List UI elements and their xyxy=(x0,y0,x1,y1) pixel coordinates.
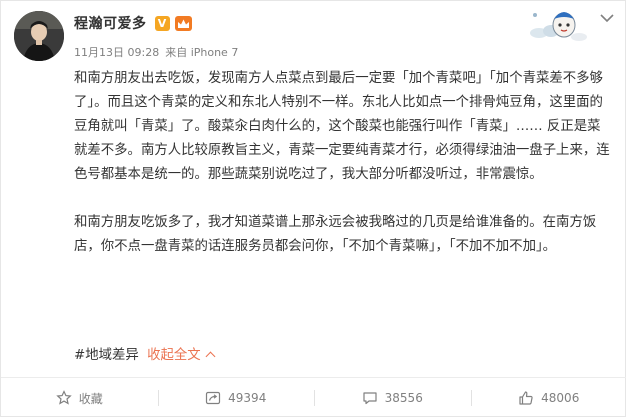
like-button[interactable]: 48006 xyxy=(470,378,626,417)
chevron-down-icon[interactable] xyxy=(600,13,614,23)
action-bar: 收藏 49394 38556 48006 xyxy=(1,378,626,417)
repost-count: 49394 xyxy=(228,391,267,405)
tag-row: #地域差异 收起全文 xyxy=(74,347,216,365)
collapse-label: 收起全文 xyxy=(147,348,201,363)
favorite-button[interactable]: 收藏 xyxy=(1,378,158,417)
post-source: 来自 iPhone 7 xyxy=(165,46,239,59)
author-row: 程瀚可爱多 V xyxy=(74,13,192,33)
star-icon xyxy=(56,390,72,405)
favorite-label: 收藏 xyxy=(78,391,103,406)
post-timestamp[interactable]: 11月13日 09:28 xyxy=(74,46,159,59)
repost-button[interactable]: 49394 xyxy=(157,378,315,417)
avatar[interactable] xyxy=(14,11,64,61)
comment-icon xyxy=(363,392,377,405)
comment-count: 38556 xyxy=(384,391,423,405)
weibo-post-card: 程瀚可爱多 V 11月13日 09:28 来自 iPhone 7 和南方朋友出去吃… xyxy=(0,0,626,417)
repost-icon xyxy=(206,391,221,405)
like-count: 48006 xyxy=(541,391,580,405)
post-paragraph: 和南方朋友吃饭多了，我才知道菜谱上那永远会被我略过的几页是给谁准备的。在南方饭店… xyxy=(74,215,597,254)
post-paragraph: 和南方朋友出去吃饭，发现南方人点菜点到最后一定要「加个青菜吧」「加个青菜差不多够… xyxy=(74,71,610,182)
member-badge-icon xyxy=(174,15,192,31)
decorative-mascot-icon xyxy=(530,12,587,41)
collapse-text-button[interactable]: 收起全文 xyxy=(147,348,216,363)
post-body: 和南方朋友出去吃饭，发现南方人点菜点到最后一定要「加个青菜吧」「加个青菜差不多够… xyxy=(74,67,612,283)
chevron-up-icon xyxy=(205,351,216,362)
comment-button[interactable]: 38556 xyxy=(314,378,471,417)
verified-badge-icon: V xyxy=(154,15,170,31)
thumbs-up-icon xyxy=(519,391,533,405)
author-name[interactable]: 程瀚可爱多 xyxy=(74,13,147,33)
topic-tag-link[interactable]: #地域差异 xyxy=(74,348,139,363)
post-meta: 11月13日 09:28 来自 iPhone 7 xyxy=(74,44,244,60)
avatar-image xyxy=(14,11,64,61)
